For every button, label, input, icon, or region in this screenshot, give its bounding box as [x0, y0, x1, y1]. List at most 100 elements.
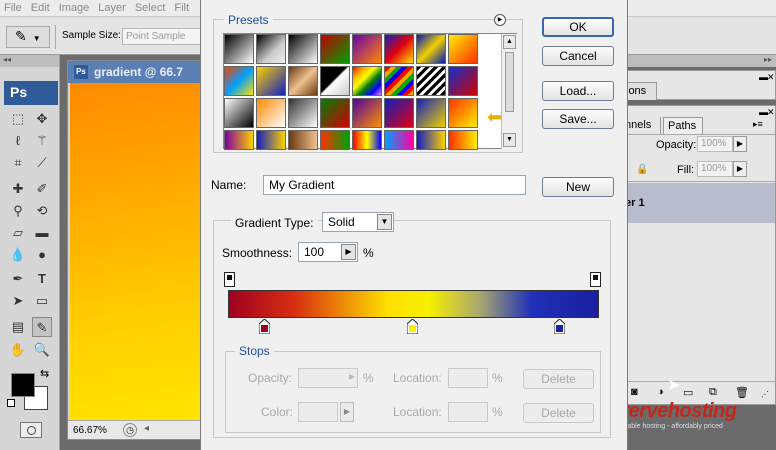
stop-color-swatch[interactable]: [298, 402, 338, 422]
lasso-tool-icon[interactable]: ℓ: [8, 131, 28, 151]
move-tool-icon[interactable]: ✥: [32, 109, 52, 129]
layer-opacity-field[interactable]: 100%: [697, 136, 733, 152]
new-group-icon[interactable]: ▭: [683, 386, 693, 399]
chevron-down-icon[interactable]: ▼: [377, 214, 392, 230]
delete-color-stop-button[interactable]: Delete: [523, 403, 594, 423]
healing-brush-icon[interactable]: ✚: [8, 179, 28, 199]
preset-swatch[interactable]: [384, 66, 414, 96]
smoothness-slider-arrow[interactable]: ▶: [341, 244, 356, 260]
stop-color-location-input[interactable]: [448, 402, 488, 422]
preset-swatch[interactable]: [320, 66, 350, 96]
preset-swatch[interactable]: [352, 130, 382, 150]
stamp-tool-icon[interactable]: ⚲: [8, 201, 28, 221]
opacity-stop-right[interactable]: [590, 272, 601, 287]
pen-tool-icon[interactable]: ✒: [8, 269, 28, 289]
slice-tool-icon[interactable]: ⟋: [32, 153, 52, 173]
preset-swatch[interactable]: [448, 130, 478, 150]
preset-swatch[interactable]: [288, 66, 318, 96]
gradient-preview-bar[interactable]: [228, 290, 599, 318]
adjustment-layer-icon[interactable]: ◑: [657, 386, 664, 398]
preset-swatch[interactable]: [416, 34, 446, 64]
stop-opacity-input[interactable]: ▶: [298, 368, 358, 388]
preset-swatch[interactable]: [224, 98, 254, 128]
preset-swatch[interactable]: [352, 98, 382, 128]
preset-swatch[interactable]: [384, 34, 414, 64]
menu-edit[interactable]: Edit: [27, 0, 55, 14]
panel-menu-icon[interactable]: ▸≡: [753, 119, 763, 130]
path-select-icon[interactable]: ➤: [8, 291, 28, 311]
menu-file[interactable]: File: [0, 0, 27, 14]
save-button[interactable]: Save...: [542, 109, 614, 129]
scrollbar-thumb[interactable]: [505, 52, 514, 112]
tab-paths[interactable]: Paths: [663, 117, 703, 134]
stop-location-input[interactable]: [448, 368, 488, 388]
gradient-tool-icon[interactable]: ▬: [32, 223, 52, 243]
preset-swatch[interactable]: [352, 34, 382, 64]
scroll-up-icon[interactable]: ▲: [503, 35, 516, 49]
history-brush-icon[interactable]: ⟲: [32, 201, 52, 221]
color-stop-yellow[interactable]: [407, 319, 418, 334]
foreground-color-swatch[interactable]: [11, 373, 35, 397]
panel-collapse-icon[interactable]: ▸▸: [610, 55, 776, 67]
opacity-slider-arrow[interactable]: ▶: [733, 136, 747, 152]
fill-slider-arrow[interactable]: ▶: [733, 161, 747, 177]
zoom-tool-icon[interactable]: 🔍: [32, 340, 52, 360]
status-info-icon[interactable]: ◷: [123, 423, 137, 437]
preset-swatch[interactable]: [416, 66, 446, 96]
add-mask-icon[interactable]: ◙: [631, 386, 638, 398]
preset-swatch[interactable]: [448, 66, 478, 96]
preset-swatch[interactable]: [256, 130, 286, 150]
opacity-stop-left[interactable]: [224, 272, 235, 287]
crop-tool-icon[interactable]: ⌗: [8, 153, 28, 173]
stop-opacity-arrow[interactable]: ▶: [349, 372, 355, 381]
load-button[interactable]: Load...: [542, 81, 614, 101]
preset-swatch[interactable]: [256, 98, 286, 128]
preset-swatch[interactable]: [224, 34, 254, 64]
sample-size-select[interactable]: Point Sample: [122, 28, 202, 45]
preset-swatch[interactable]: [288, 98, 318, 128]
menu-select[interactable]: Select: [131, 0, 171, 14]
preset-swatch[interactable]: [352, 66, 382, 96]
preset-swatch[interactable]: [416, 98, 446, 128]
type-tool-icon[interactable]: T: [32, 269, 52, 289]
document-canvas[interactable]: [70, 83, 200, 420]
magic-wand-icon[interactable]: ⚚: [32, 131, 52, 151]
preset-swatch[interactable]: [320, 130, 350, 150]
layer-row[interactable]: er 1: [611, 183, 775, 223]
menu-layer[interactable]: Layer: [94, 0, 131, 14]
delete-opacity-stop-button[interactable]: Delete: [523, 369, 594, 389]
zoom-level[interactable]: 66.67%: [73, 425, 107, 436]
layer-fill-field[interactable]: 100%: [697, 161, 733, 177]
preset-swatch[interactable]: [320, 34, 350, 64]
close-icon[interactable]: ✕: [767, 72, 775, 83]
dodge-tool-icon[interactable]: ●: [32, 245, 52, 265]
close-icon[interactable]: ✕: [767, 107, 775, 118]
shape-tool-icon[interactable]: ▭: [32, 291, 52, 311]
preset-swatch[interactable]: [288, 130, 318, 150]
eyedropper-tool-icon[interactable]: ✎: [32, 317, 52, 337]
stop-color-arrow[interactable]: ▶: [340, 402, 354, 422]
color-stop-blue[interactable]: [554, 319, 565, 334]
scroll-left-icon[interactable]: ◂: [144, 423, 149, 434]
preset-swatch[interactable]: [384, 130, 414, 150]
menu-filter[interactable]: Filt: [170, 0, 194, 14]
preset-swatch[interactable]: [384, 98, 414, 128]
swap-colors-icon[interactable]: ⇆: [40, 367, 49, 380]
hand-tool-icon[interactable]: ✋: [8, 340, 28, 360]
document-title-bar[interactable]: Ps gradient @ 66.7: [68, 61, 201, 83]
preset-swatch[interactable]: [416, 130, 446, 150]
presets-menu-icon[interactable]: ▶: [494, 14, 506, 26]
tool-preset-picker[interactable]: ✎ ▼: [6, 26, 50, 48]
preset-swatch[interactable]: [224, 130, 254, 150]
cancel-button[interactable]: Cancel: [542, 46, 614, 66]
quick-mask-icon[interactable]: [20, 422, 42, 438]
preset-swatch[interactable]: [256, 66, 286, 96]
smoothness-input[interactable]: 100 ▶: [298, 242, 358, 262]
preset-swatch[interactable]: [256, 34, 286, 64]
preset-swatch[interactable]: [320, 98, 350, 128]
toolbox-collapse-icon[interactable]: ◂◂: [0, 55, 59, 67]
blur-tool-icon[interactable]: 💧: [8, 245, 28, 265]
preset-swatch[interactable]: [448, 34, 478, 64]
color-stop-red[interactable]: [259, 319, 270, 334]
marquee-tool-icon[interactable]: ⬚: [8, 109, 28, 129]
